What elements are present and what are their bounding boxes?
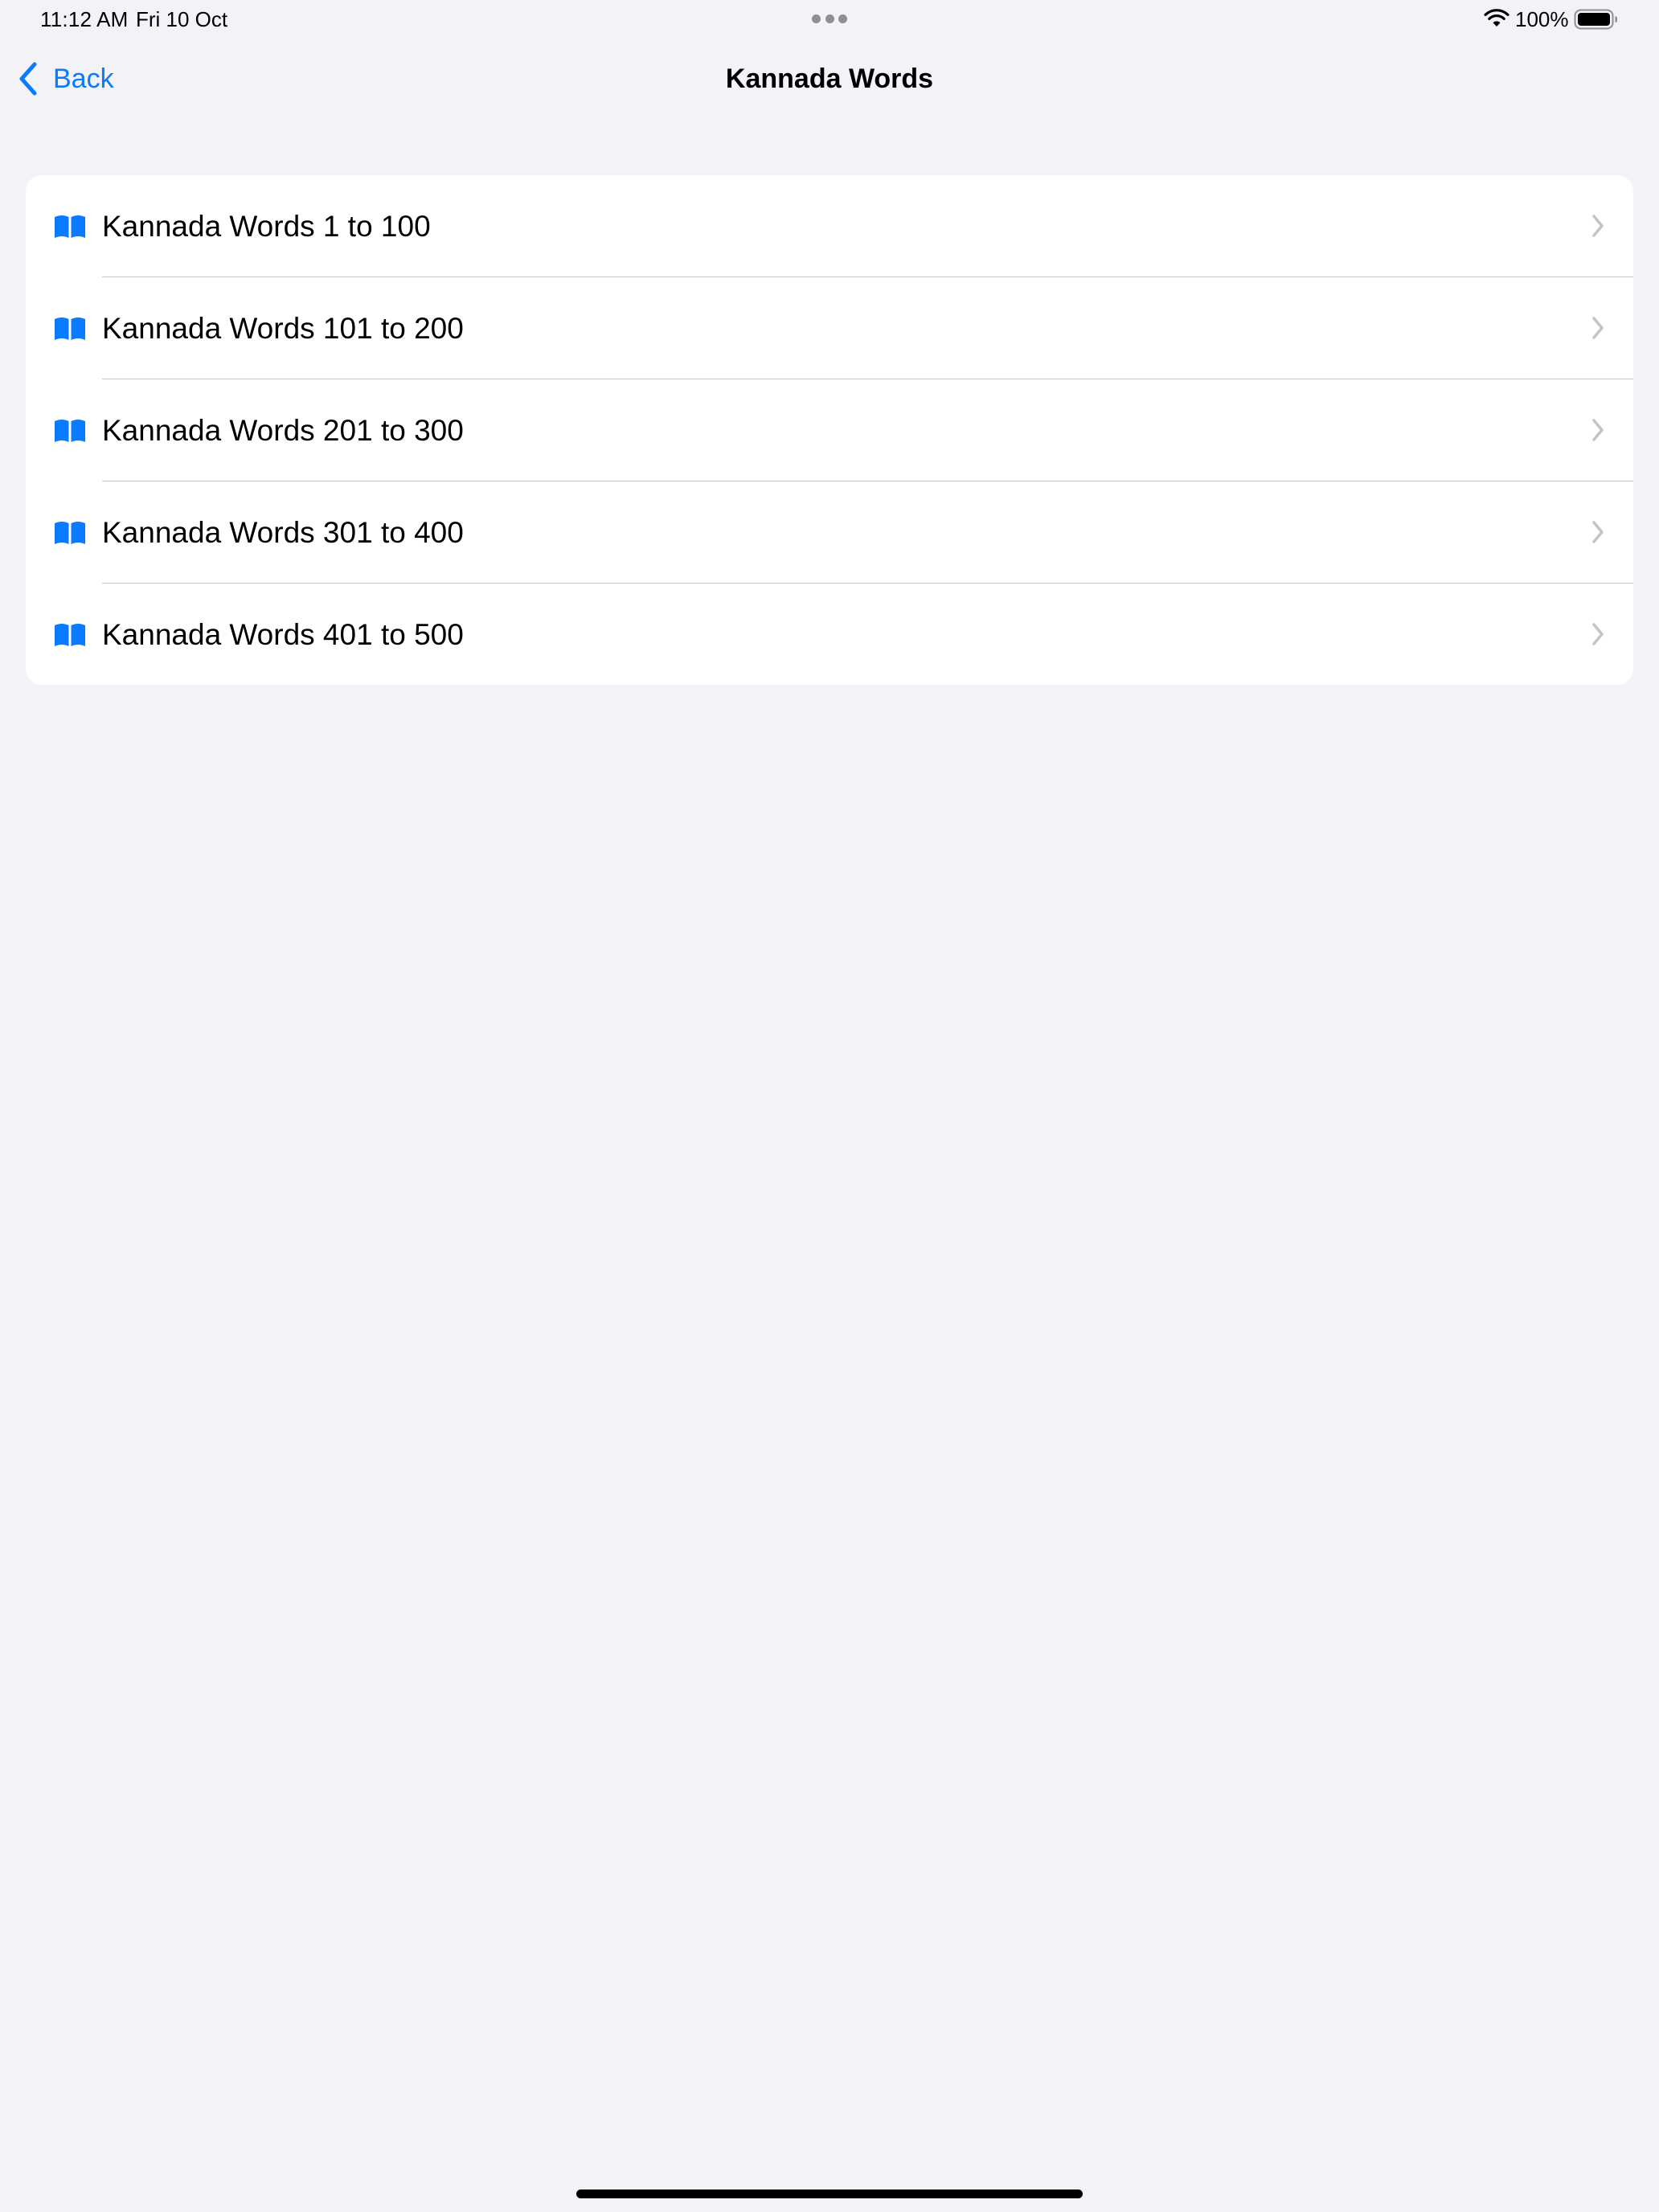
chevron-right-icon <box>1592 521 1604 543</box>
list-item[interactable]: Kannada Words 101 to 200 <box>26 277 1633 379</box>
book-icon <box>55 215 85 238</box>
status-bar: 11:12 AM Fri 10 Oct 100% <box>0 0 1659 39</box>
word-range-list: Kannada Words 1 to 100 Kannada Words 101… <box>26 175 1633 685</box>
chevron-right-icon <box>1592 317 1604 339</box>
book-icon <box>55 420 85 442</box>
page-title: Kannada Words <box>725 63 934 94</box>
status-date: Fri 10 Oct <box>136 7 228 31</box>
status-time: 11:12 AM <box>40 7 129 31</box>
chevron-right-icon <box>1592 419 1604 441</box>
wifi-icon <box>1484 9 1509 27</box>
list-item-label: Kannada Words 401 to 500 <box>102 618 464 651</box>
multitasking-dots-icon[interactable] <box>812 14 847 24</box>
list-item[interactable]: Kannada Words 401 to 500 <box>26 584 1633 685</box>
list-item-label: Kannada Words 301 to 400 <box>102 516 464 549</box>
chevron-right-icon <box>1592 215 1604 237</box>
battery-percent: 100% <box>1515 7 1569 31</box>
book-icon <box>55 624 85 646</box>
list-item-label: Kannada Words 101 to 200 <box>102 312 464 345</box>
list-item-label: Kannada Words 201 to 300 <box>102 414 464 447</box>
list-item[interactable]: Kannada Words 301 to 400 <box>26 481 1633 584</box>
book-icon <box>55 522 85 544</box>
chevron-right-icon <box>1592 623 1604 645</box>
list-item[interactable]: Kannada Words 1 to 100 <box>26 175 1633 277</box>
home-indicator[interactable] <box>576 2189 1083 2198</box>
list-item[interactable]: Kannada Words 201 to 300 <box>26 379 1633 481</box>
battery-icon <box>1574 9 1617 30</box>
book-icon <box>55 317 85 340</box>
list-item-label: Kannada Words 1 to 100 <box>102 210 431 243</box>
